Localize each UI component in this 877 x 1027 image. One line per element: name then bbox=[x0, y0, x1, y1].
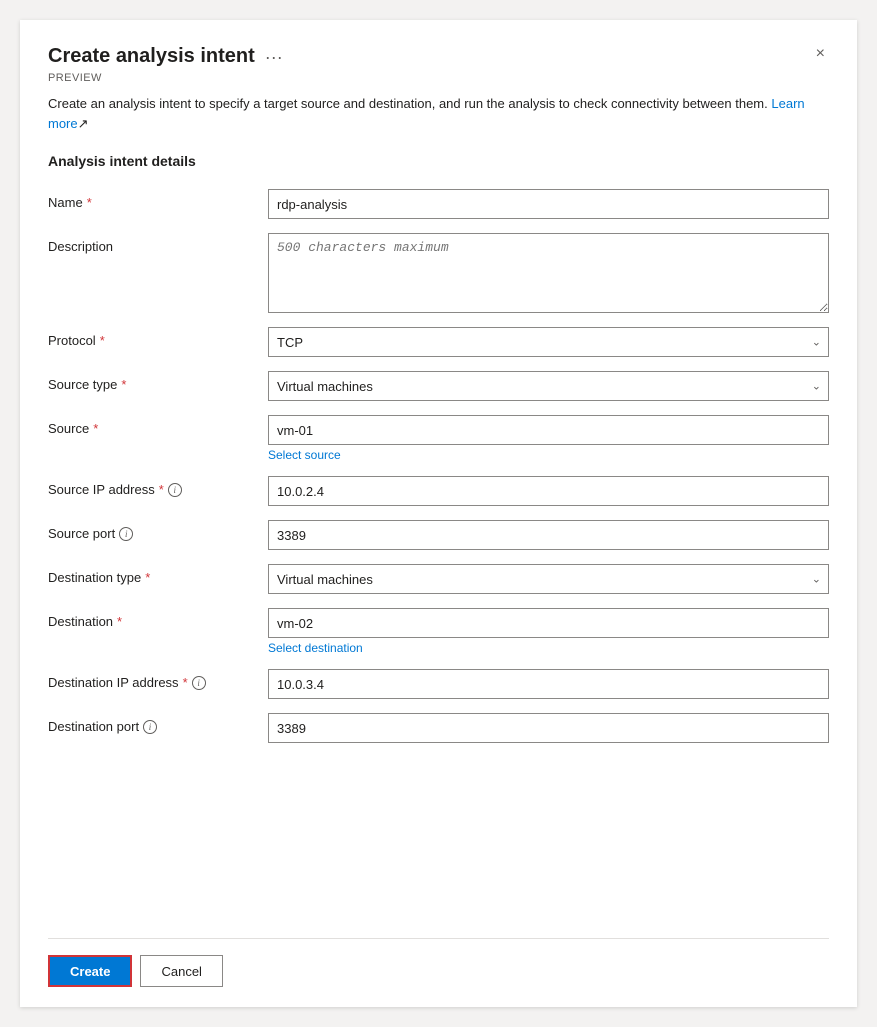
destination-ip-info-icon[interactable]: i bbox=[192, 676, 206, 690]
destination-ip-control-wrap bbox=[268, 669, 829, 699]
source-type-select-wrap: Virtual machines IP address Subnet ⌄ bbox=[268, 371, 829, 401]
section-title: Analysis intent details bbox=[48, 153, 829, 169]
source-type-select[interactable]: Virtual machines IP address Subnet bbox=[268, 371, 829, 401]
preview-label: PREVIEW bbox=[48, 72, 829, 84]
close-button[interactable]: × bbox=[812, 44, 829, 64]
protocol-label: Protocol * bbox=[48, 327, 268, 348]
name-label: Name * bbox=[48, 189, 268, 210]
destination-input[interactable] bbox=[268, 608, 829, 638]
destination-type-control-wrap: Virtual machines IP address Subnet ⌄ bbox=[268, 564, 829, 594]
destination-type-row: Destination type * Virtual machines IP a… bbox=[48, 564, 829, 594]
destination-row: Destination * Select destination bbox=[48, 608, 829, 655]
source-input[interactable] bbox=[268, 415, 829, 445]
source-ip-info-icon[interactable]: i bbox=[168, 483, 182, 497]
source-type-label: Source type * bbox=[48, 371, 268, 392]
protocol-select[interactable]: TCP UDP Any bbox=[268, 327, 829, 357]
protocol-select-wrap: TCP UDP Any ⌄ bbox=[268, 327, 829, 357]
destination-ip-required: * bbox=[183, 675, 188, 690]
destination-ip-input[interactable] bbox=[268, 669, 829, 699]
source-type-control-wrap: Virtual machines IP address Subnet ⌄ bbox=[268, 371, 829, 401]
protocol-required: * bbox=[100, 333, 105, 348]
panel-header: Create analysis intent ··· × bbox=[48, 44, 829, 68]
destination-port-input[interactable] bbox=[268, 713, 829, 743]
name-input[interactable] bbox=[268, 189, 829, 219]
destination-port-label: Destination port i bbox=[48, 713, 268, 734]
description-label: Description bbox=[48, 233, 268, 254]
panel-description: Create an analysis intent to specify a t… bbox=[48, 94, 829, 133]
destination-label: Destination * bbox=[48, 608, 268, 629]
source-port-info-icon[interactable]: i bbox=[119, 527, 133, 541]
destination-port-row: Destination port i bbox=[48, 713, 829, 743]
destination-control-wrap: Select destination bbox=[268, 608, 829, 655]
cancel-button[interactable]: Cancel bbox=[140, 955, 222, 987]
description-control-wrap bbox=[268, 233, 829, 313]
create-analysis-panel: Create analysis intent ··· × PREVIEW Cre… bbox=[20, 20, 857, 1007]
destination-ip-row: Destination IP address * i bbox=[48, 669, 829, 699]
description-textarea[interactable] bbox=[268, 233, 829, 313]
form-body: Analysis intent details Name * Descripti… bbox=[48, 153, 829, 918]
select-destination-link[interactable]: Select destination bbox=[268, 641, 829, 655]
create-button[interactable]: Create bbox=[48, 955, 132, 987]
source-ip-control-wrap bbox=[268, 476, 829, 506]
source-ip-row: Source IP address * i bbox=[48, 476, 829, 506]
destination-type-label: Destination type * bbox=[48, 564, 268, 585]
destination-ip-label: Destination IP address * i bbox=[48, 669, 268, 690]
source-label: Source * bbox=[48, 415, 268, 436]
source-port-label: Source port i bbox=[48, 520, 268, 541]
destination-required: * bbox=[117, 614, 122, 629]
menu-dots-icon[interactable]: ··· bbox=[265, 47, 283, 68]
destination-type-required: * bbox=[145, 570, 150, 585]
panel-footer: Create Cancel bbox=[48, 939, 829, 1007]
source-ip-label: Source IP address * i bbox=[48, 476, 268, 497]
name-control-wrap bbox=[268, 189, 829, 219]
source-port-control-wrap bbox=[268, 520, 829, 550]
source-required: * bbox=[93, 421, 98, 436]
source-type-row: Source type * Virtual machines IP addres… bbox=[48, 371, 829, 401]
source-row: Source * Select source bbox=[48, 415, 829, 462]
select-source-link[interactable]: Select source bbox=[268, 448, 829, 462]
source-control-wrap: Select source bbox=[268, 415, 829, 462]
panel-title: Create analysis intent bbox=[48, 45, 255, 68]
title-row: Create analysis intent ··· bbox=[48, 44, 283, 68]
source-type-required: * bbox=[121, 377, 126, 392]
protocol-row: Protocol * TCP UDP Any ⌄ bbox=[48, 327, 829, 357]
description-row: Description bbox=[48, 233, 829, 313]
destination-port-info-icon[interactable]: i bbox=[143, 720, 157, 734]
protocol-control-wrap: TCP UDP Any ⌄ bbox=[268, 327, 829, 357]
source-port-input[interactable] bbox=[268, 520, 829, 550]
source-ip-required: * bbox=[159, 482, 164, 497]
source-port-row: Source port i bbox=[48, 520, 829, 550]
destination-type-select-wrap: Virtual machines IP address Subnet ⌄ bbox=[268, 564, 829, 594]
destination-port-control-wrap bbox=[268, 713, 829, 743]
source-ip-input[interactable] bbox=[268, 476, 829, 506]
name-required: * bbox=[87, 195, 92, 210]
name-row: Name * bbox=[48, 189, 829, 219]
destination-type-select[interactable]: Virtual machines IP address Subnet bbox=[268, 564, 829, 594]
